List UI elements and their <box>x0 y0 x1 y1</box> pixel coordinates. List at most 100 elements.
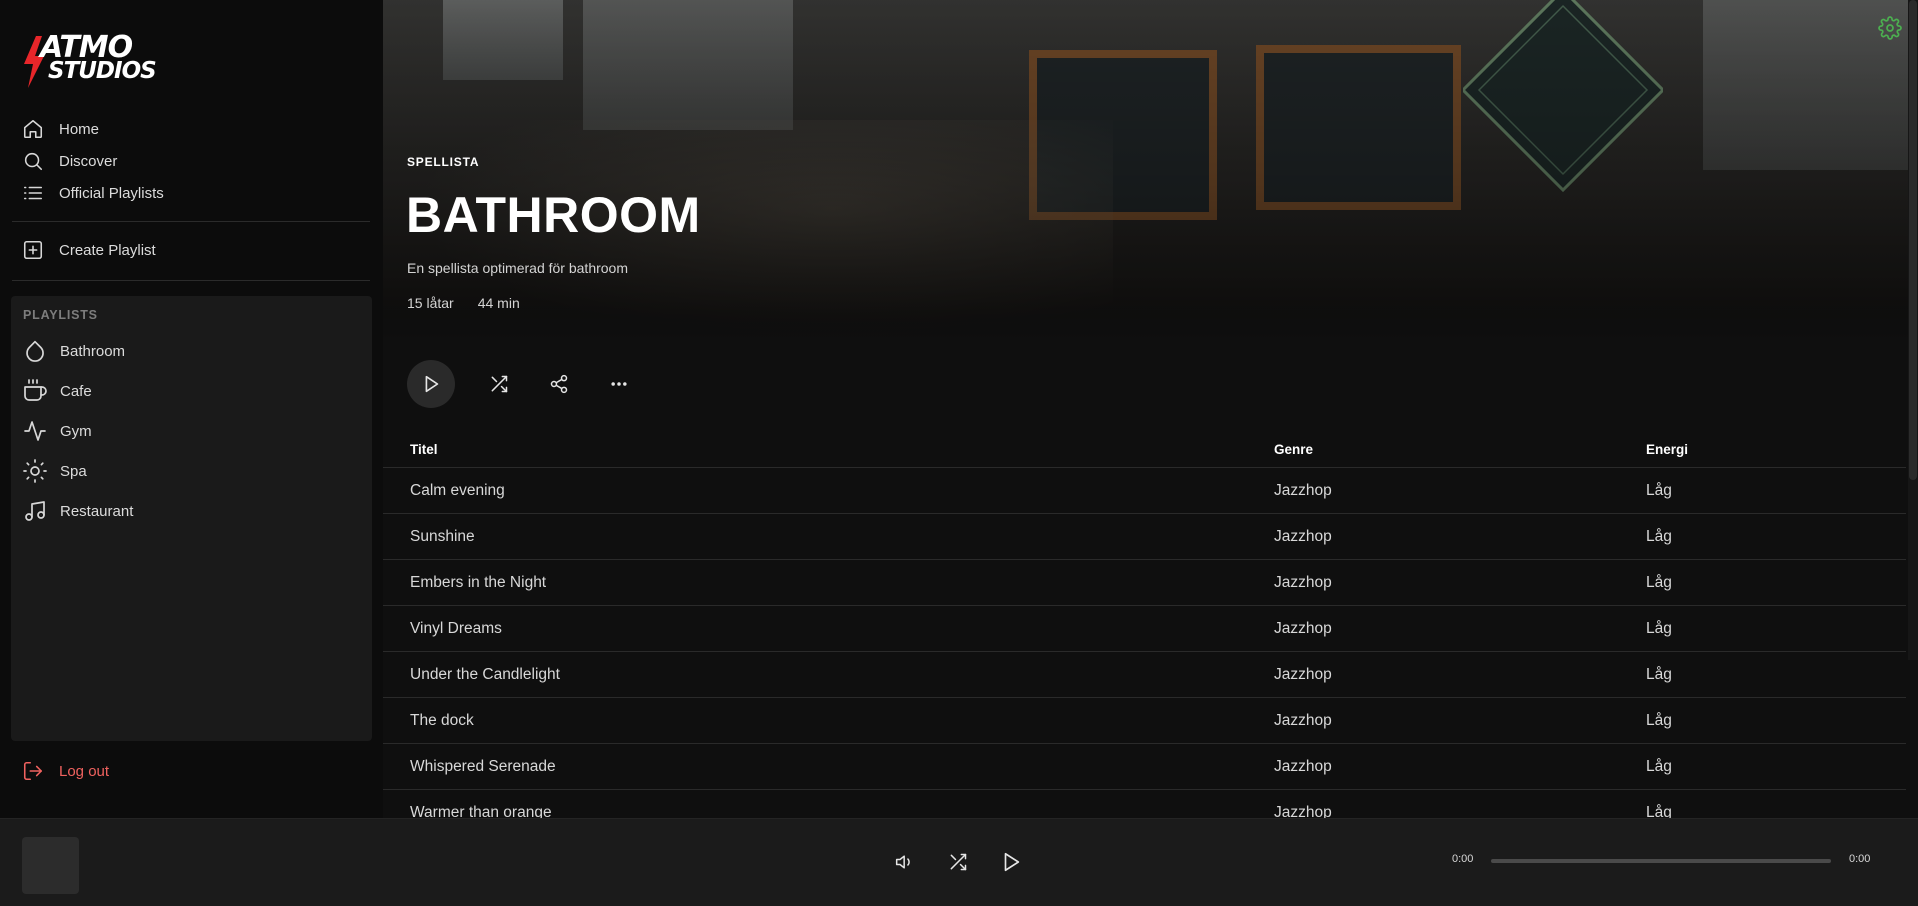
logout-label: Log out <box>59 762 110 780</box>
playlist-label: Restaurant <box>60 502 134 520</box>
shuffle-icon <box>950 853 967 871</box>
hero-shade <box>383 0 1918 338</box>
track-title: Warmer than orange <box>410 804 552 818</box>
volume-button[interactable] <box>892 849 918 875</box>
track-row[interactable]: The dock Jazzhop Låg <box>383 698 1906 744</box>
music-icon <box>25 501 45 521</box>
track-title: Embers in the Night <box>410 574 547 591</box>
track-genre: Jazzhop <box>1274 482 1332 499</box>
track-genre: Jazzhop <box>1274 666 1332 683</box>
shuffle-icon <box>491 375 508 393</box>
more-horizontal-icon <box>611 382 627 386</box>
track-row[interactable]: Whispered Serenade Jazzhop Låg <box>383 744 1906 790</box>
playlist-duration: 44 min <box>477 295 520 311</box>
volume-icon <box>895 855 910 869</box>
play-playlist-button[interactable] <box>407 360 455 408</box>
track-row[interactable]: Vinyl Dreams Jazzhop Låg <box>383 606 1906 652</box>
track-energy: Låg <box>1646 574 1672 591</box>
coffee-icon <box>24 379 47 401</box>
playlist-label: Spa <box>60 462 87 480</box>
playlist-item-cafe[interactable]: Cafe <box>23 378 92 404</box>
track-genre: Jazzhop <box>1274 758 1332 775</box>
playlist-item-bathroom[interactable]: Bathroom <box>23 338 125 364</box>
logout-icon <box>23 761 43 781</box>
sidebar-divider <box>12 221 370 222</box>
column-header-energy[interactable]: Energi <box>1646 442 1688 457</box>
create-playlist-label: Create Playlist <box>59 241 156 259</box>
plus-square-icon <box>23 240 43 260</box>
shuffle-button[interactable] <box>945 849 971 875</box>
track-title: Whispered Serenade <box>410 758 556 775</box>
brand-line-2: STUDIOS <box>48 58 157 84</box>
share-icon <box>550 374 568 394</box>
playlist-label: Bathroom <box>60 342 126 360</box>
app-root: ATMO STUDIOS Home Discover Official Play… <box>0 0 1918 906</box>
playlists-panel: PLAYLISTS Bathroom Cafe Gym Spa Restaura… <box>11 296 372 741</box>
search-icon <box>24 152 43 171</box>
track-table-header: Titel Genre Energi <box>383 440 1906 468</box>
playlist-meta: 15 låtar 44 min <box>407 295 520 311</box>
track-energy: Låg <box>1646 712 1672 729</box>
main-scrollbar[interactable] <box>1908 0 1918 660</box>
droplet-icon <box>26 340 44 362</box>
column-header-title[interactable]: Titel <box>410 442 438 457</box>
column-header-genre[interactable]: Genre <box>1274 442 1313 457</box>
nav-label: Official Playlists <box>59 184 164 202</box>
play-icon <box>425 375 439 393</box>
shuffle-playlist-button[interactable] <box>488 373 510 395</box>
sidebar: ATMO STUDIOS Home Discover Official Play… <box>0 0 383 818</box>
more-options-button[interactable] <box>608 373 630 395</box>
nav-label: Discover <box>59 152 118 170</box>
track-title: Under the Candlelight <box>410 666 560 683</box>
create-playlist-button[interactable]: Create Playlist <box>22 238 156 262</box>
settings-button[interactable] <box>1878 16 1902 40</box>
track-row[interactable]: Under the Candlelight Jazzhop Låg <box>383 652 1906 698</box>
scrollbar-thumb[interactable] <box>1909 0 1917 480</box>
sun-icon <box>23 459 47 483</box>
track-genre: Jazzhop <box>1274 804 1332 818</box>
track-genre: Jazzhop <box>1274 620 1332 637</box>
track-title: Calm evening <box>410 482 505 499</box>
track-energy: Låg <box>1646 666 1672 683</box>
playlist-item-spa[interactable]: Spa <box>23 458 87 484</box>
track-title: Vinyl Dreams <box>410 620 502 637</box>
track-energy: Låg <box>1646 620 1672 637</box>
activity-icon <box>24 421 46 441</box>
playlist-hero: SPELLISTA BATHROOM En spellista optimera… <box>383 0 1918 338</box>
playlists-heading: PLAYLISTS <box>23 308 98 322</box>
gear-icon <box>1878 16 1902 40</box>
playlist-label: Cafe <box>60 382 92 400</box>
nav-item-official-playlists[interactable]: Official Playlists <box>22 181 164 205</box>
nav-item-discover[interactable]: Discover <box>22 149 117 173</box>
track-row[interactable]: Calm evening Jazzhop Låg <box>383 468 1906 514</box>
playlist-item-gym[interactable]: Gym <box>23 418 92 444</box>
track-title: Sunshine <box>410 528 475 545</box>
logout-button[interactable]: Log out <box>22 760 109 782</box>
track-row[interactable]: Sunshine Jazzhop Låg <box>383 514 1906 560</box>
track-row[interactable]: Warmer than orange Jazzhop Låg <box>383 790 1906 818</box>
track-energy: Låg <box>1646 528 1672 545</box>
home-icon <box>23 119 43 139</box>
track-energy: Låg <box>1646 804 1672 818</box>
track-count: 15 låtar <box>407 295 454 311</box>
progress-bar[interactable] <box>1491 859 1831 863</box>
share-playlist-button[interactable] <box>548 373 570 395</box>
sidebar-divider <box>12 280 370 281</box>
track-table: Titel Genre Energi Calm evening Jazzhop … <box>383 440 1906 818</box>
playlist-label: Gym <box>60 422 92 440</box>
track-row[interactable]: Embers in the Night Jazzhop Låg <box>383 560 1906 606</box>
hero-fade <box>383 300 1918 338</box>
track-genre: Jazzhop <box>1274 574 1332 591</box>
play-button[interactable] <box>998 849 1024 875</box>
elapsed-time: 0:00 <box>1452 853 1474 865</box>
track-genre: Jazzhop <box>1274 528 1332 545</box>
page-title: BATHROOM <box>406 187 701 243</box>
brand-logo[interactable]: ATMO STUDIOS <box>22 30 157 92</box>
player-bar: 0:00 0:00 <box>0 818 1918 906</box>
nav-item-home[interactable]: Home <box>22 117 99 141</box>
list-icon <box>23 186 43 200</box>
playlist-controls <box>407 360 630 408</box>
total-time: 0:00 <box>1849 853 1871 865</box>
playlist-item-restaurant[interactable]: Restaurant <box>23 498 133 524</box>
now-playing-artwork <box>22 837 79 894</box>
